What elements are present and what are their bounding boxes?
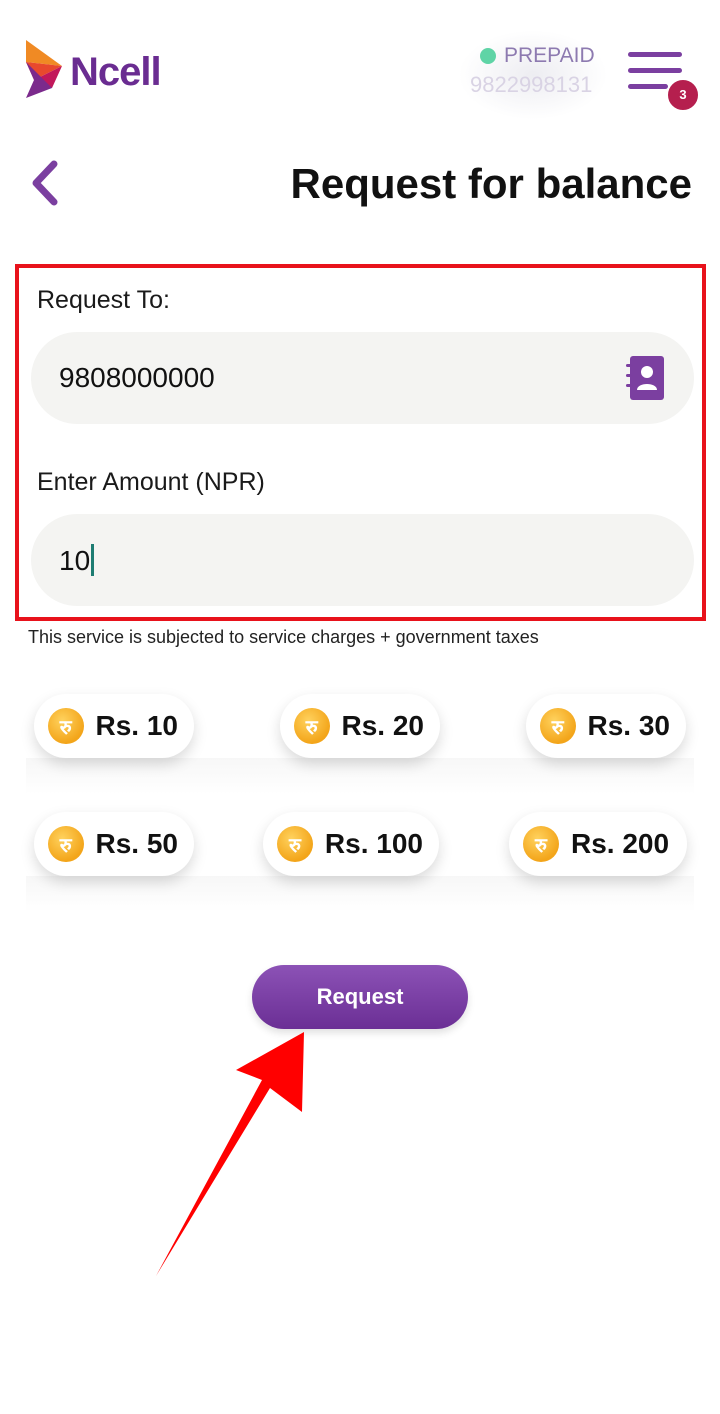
page-title: Request for balance [290, 160, 692, 207]
notification-badge: 3 [666, 78, 700, 112]
back-button[interactable] [26, 158, 66, 208]
amount-value: 10 [59, 544, 95, 577]
chip-label: Rs. 50 [95, 828, 179, 859]
chip-label: Rs. 30 [587, 710, 671, 741]
amount-chip-10[interactable]: रु Rs. 10 [34, 694, 194, 758]
text-caret [91, 544, 95, 576]
request-button[interactable]: Request [252, 965, 468, 1029]
chip-label: Rs. 10 [95, 710, 179, 741]
service-charge-note: This service is subjected to service cha… [28, 627, 539, 647]
chevron-left-icon [32, 160, 58, 206]
chip-label: Rs. 200 [571, 828, 670, 859]
account-number: 9822998131 [470, 72, 593, 97]
amount-chip-200[interactable]: रु Rs. 200 [509, 812, 687, 876]
account-type: PREPAID [480, 44, 595, 68]
rupee-coin-icon: रु [294, 708, 330, 744]
hamburger-icon [628, 52, 682, 57]
red-arrow-annotation [156, 1032, 304, 1276]
rupee-coin-icon: रु [523, 826, 559, 862]
amount-input[interactable]: 10 [31, 514, 694, 606]
account-info: PREPAID 9822998131 [458, 30, 608, 120]
brand-name: Ncell [70, 50, 162, 94]
ncell-logo: Ncell [22, 40, 172, 102]
rupee-coin-icon: रु [48, 826, 84, 862]
amount-chip-100[interactable]: रु Rs. 100 [263, 812, 439, 876]
amount-chip-20[interactable]: रु Rs. 20 [280, 694, 440, 758]
amount-label: Enter Amount (NPR) [37, 468, 265, 496]
request-to-field[interactable]: 9808000000 [31, 332, 694, 424]
chip-label: Rs. 20 [341, 710, 425, 741]
amount-chip-30[interactable]: रु Rs. 30 [526, 694, 686, 758]
status-dot-icon [480, 48, 496, 64]
contact-book-icon [626, 356, 664, 400]
request-to-label: Request To: [37, 286, 170, 314]
amount-chip-50[interactable]: रु Rs. 50 [34, 812, 194, 876]
menu-button[interactable]: 3 [626, 48, 700, 112]
contact-book-button[interactable] [624, 354, 666, 402]
ncell-logo-icon [26, 40, 62, 98]
rupee-coin-icon: रु [540, 708, 576, 744]
amount-chips: रु Rs. 10 रु Rs. 20 रु Rs. 30 रु Rs. 50 … [26, 676, 694, 912]
request-to-value: 9808000000 [59, 362, 215, 393]
rupee-coin-icon: रु [277, 826, 313, 862]
form-highlight-box: Request To: 9808000000 Enter Amount (NPR… [15, 264, 706, 621]
chip-label: Rs. 100 [324, 828, 423, 859]
rupee-coin-icon: रु [48, 708, 84, 744]
account-type-label: PREPAID [504, 44, 595, 67]
